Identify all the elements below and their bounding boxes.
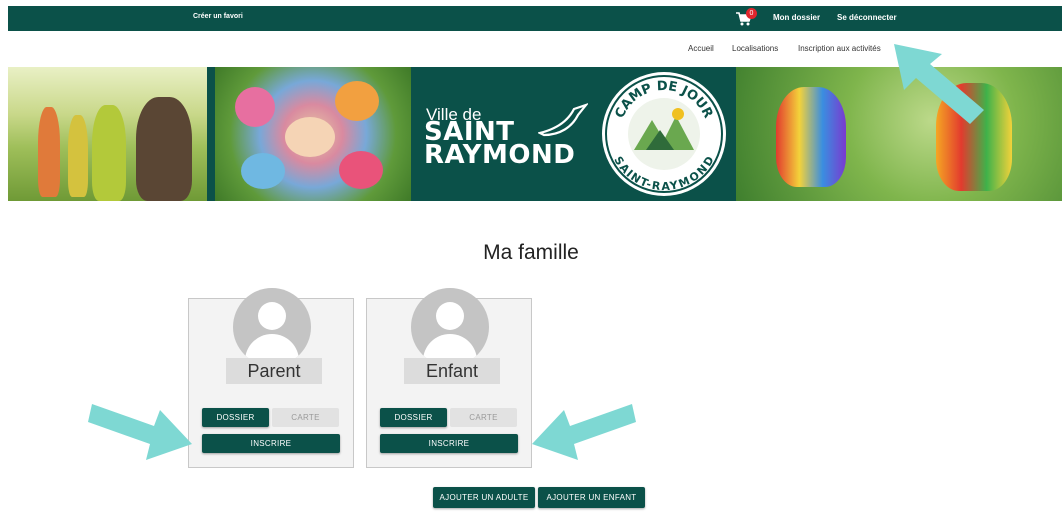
highlight-arrow-left (88, 404, 192, 460)
avatar-placeholder-icon (411, 288, 489, 366)
page-title: Ma famille (483, 241, 579, 264)
my-file-link[interactable]: Mon dossier (773, 13, 820, 22)
city-name-line2: RAYMOND (424, 140, 576, 170)
nav-home[interactable]: Accueil (688, 44, 714, 53)
dossier-button[interactable]: DOSSIER (380, 408, 447, 427)
dossier-button[interactable]: DOSSIER (202, 408, 269, 427)
highlight-arrow-right (532, 404, 636, 460)
add-child-button[interactable]: AJOUTER UN ENFANT (538, 487, 645, 508)
carte-button[interactable]: CARTE (272, 408, 339, 427)
inscrire-button[interactable]: INSCRIRE (202, 434, 340, 453)
banner-photo-children-playing (8, 67, 207, 201)
logout-link[interactable]: Se déconnecter (837, 13, 897, 22)
nav-locations[interactable]: Localisations (732, 44, 778, 53)
carte-button[interactable]: CARTE (450, 408, 517, 427)
camp-de-jour-seal: CAMP DE JOUR SAINT-RAYMOND (602, 72, 726, 196)
inscrire-button[interactable]: INSCRIRE (380, 434, 518, 453)
page: Créer un favori 0 Mon dossier Se déconne… (0, 0, 1062, 527)
member-role-label: Enfant (404, 358, 500, 384)
avatar-placeholder-icon (233, 288, 311, 366)
family-member-card-parent: Parent DOSSIER CARTE INSCRIRE (188, 288, 354, 468)
banner-photo-children-circle (215, 67, 411, 201)
nav-activity-registration[interactable]: Inscription aux activités (798, 44, 881, 53)
member-role-label: Parent (226, 358, 322, 384)
bird-logo-icon (538, 103, 588, 137)
family-member-card-child: Enfant DOSSIER CARTE INSCRIRE (366, 288, 532, 468)
cart-count-badge: 0 (746, 8, 757, 19)
create-favorite-link[interactable]: Créer un favori (193, 13, 243, 20)
add-adult-button[interactable]: AJOUTER UN ADULTE (433, 487, 535, 508)
top-bar: Créer un favori 0 Mon dossier Se déconne… (8, 6, 1062, 31)
highlight-arrow-nav (894, 44, 984, 124)
